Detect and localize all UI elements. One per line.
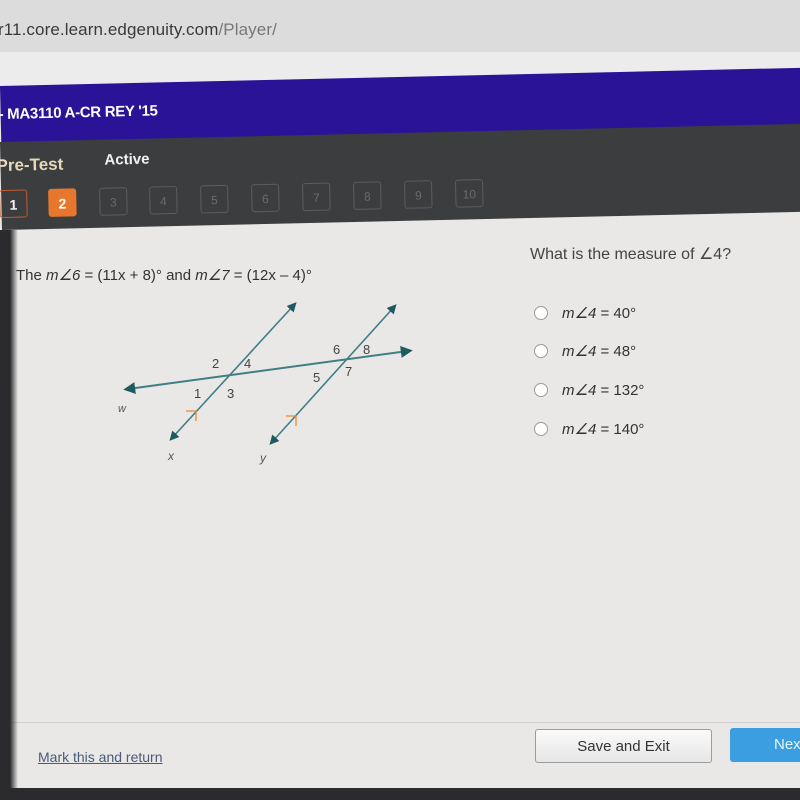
choice-text: m∠4 = 48° bbox=[562, 342, 636, 360]
test-status-label: Active bbox=[104, 150, 150, 169]
question-text: What is the measure of ∠4? bbox=[530, 246, 732, 263]
choice-rhs: = 48° bbox=[596, 343, 637, 360]
url-host: r11.core.learn.edgenuity.com bbox=[0, 20, 219, 39]
test-header: Pre-Test Active 1 2 3 4 5 6 7 8 9 10 bbox=[0, 123, 800, 230]
url-text[interactable]: r11.core.learn.edgenuity.com/Player/ bbox=[0, 20, 277, 40]
angle-label-6: 6 bbox=[333, 342, 340, 357]
problem-prompt: The m∠6 = (11x + 8)° and m∠7 = (12x – 4)… bbox=[16, 266, 312, 284]
screen-bezel-left bbox=[0, 230, 18, 800]
angle-label-7: 7 bbox=[345, 364, 352, 379]
next-button[interactable]: Next bbox=[730, 728, 800, 762]
save-and-exit-button[interactable]: Save and Exit bbox=[535, 729, 712, 763]
radio-button[interactable] bbox=[534, 306, 548, 320]
answer-choice-1[interactable]: m∠4 = 40° bbox=[534, 302, 734, 324]
angle-label-1: 1 bbox=[194, 386, 201, 401]
question-button-6[interactable]: 6 bbox=[251, 183, 280, 213]
radio-button[interactable] bbox=[534, 383, 548, 397]
question-button-7[interactable]: 7 bbox=[302, 182, 331, 212]
angle-label-2: 2 bbox=[212, 356, 219, 371]
line-label-y: y bbox=[259, 451, 267, 465]
choice-text: m∠4 = 132° bbox=[562, 381, 644, 399]
choice-rhs: = 132° bbox=[596, 382, 645, 399]
question-button-9[interactable]: 9 bbox=[403, 180, 433, 209]
mark-and-return-link[interactable]: Mark this and return bbox=[38, 749, 163, 765]
question-button-2[interactable]: 2 bbox=[48, 188, 77, 217]
question-button-1[interactable]: 1 bbox=[0, 189, 28, 219]
url-path: /Player/ bbox=[218, 20, 277, 39]
radio-button[interactable] bbox=[534, 344, 548, 358]
choice-lhs: m∠4 bbox=[562, 343, 597, 360]
parallel-line-x bbox=[169, 302, 297, 441]
question-button-5[interactable]: 5 bbox=[200, 184, 229, 214]
answer-choice-4[interactable]: m∠4 = 140° bbox=[534, 418, 734, 440]
line-label-w: w bbox=[118, 403, 127, 415]
choice-rhs: = 140° bbox=[596, 421, 645, 438]
choice-lhs: m∠4 bbox=[562, 305, 597, 322]
angle-label-5: 5 bbox=[313, 370, 320, 385]
question-button-3[interactable]: 3 bbox=[99, 187, 128, 216]
answer-choice-3[interactable]: m∠4 = 132° bbox=[534, 379, 734, 401]
parallel-lines-diagram: 2 4 1 3 6 8 5 7 w x y bbox=[118, 302, 413, 465]
choice-lhs: m∠4 bbox=[562, 382, 597, 399]
angle-label-8: 8 bbox=[363, 342, 370, 357]
angle7-expression: = (12x – 4)° bbox=[229, 267, 312, 284]
footer-divider bbox=[0, 722, 800, 723]
radio-button[interactable] bbox=[534, 422, 548, 436]
angle-label-3: 3 bbox=[227, 386, 234, 401]
angle6-expression: = (11x + 8)° and bbox=[80, 267, 196, 284]
screen: r11.core.learn.edgenuity.com/Player/ - M… bbox=[0, 0, 800, 790]
choice-rhs: = 40° bbox=[596, 305, 637, 322]
line-label-x: x bbox=[167, 449, 175, 463]
choice-lhs: m∠4 bbox=[562, 421, 597, 438]
angle6-label: m∠6 bbox=[46, 267, 81, 284]
question-button-10[interactable]: 10 bbox=[454, 179, 484, 208]
question-button-4[interactable]: 4 bbox=[149, 185, 178, 215]
angle-label-4: 4 bbox=[244, 356, 251, 371]
answer-choice-2[interactable]: m∠4 = 48° bbox=[534, 340, 734, 362]
parallel-line-y bbox=[269, 304, 397, 445]
choice-text: m∠4 = 140° bbox=[562, 420, 644, 438]
course-title: - MA3110 A-CR REY '15 bbox=[0, 102, 158, 124]
browser-address-bar[interactable]: r11.core.learn.edgenuity.com/Player/ bbox=[0, 0, 800, 52]
test-type-label: Pre-Test bbox=[0, 154, 64, 176]
screen-bezel-bottom bbox=[0, 788, 800, 800]
choice-text: m∠4 = 40° bbox=[562, 304, 636, 322]
angle7-label: m∠7 bbox=[195, 267, 230, 284]
question-button-8[interactable]: 8 bbox=[352, 181, 382, 210]
prompt-prefix: The bbox=[16, 267, 47, 284]
